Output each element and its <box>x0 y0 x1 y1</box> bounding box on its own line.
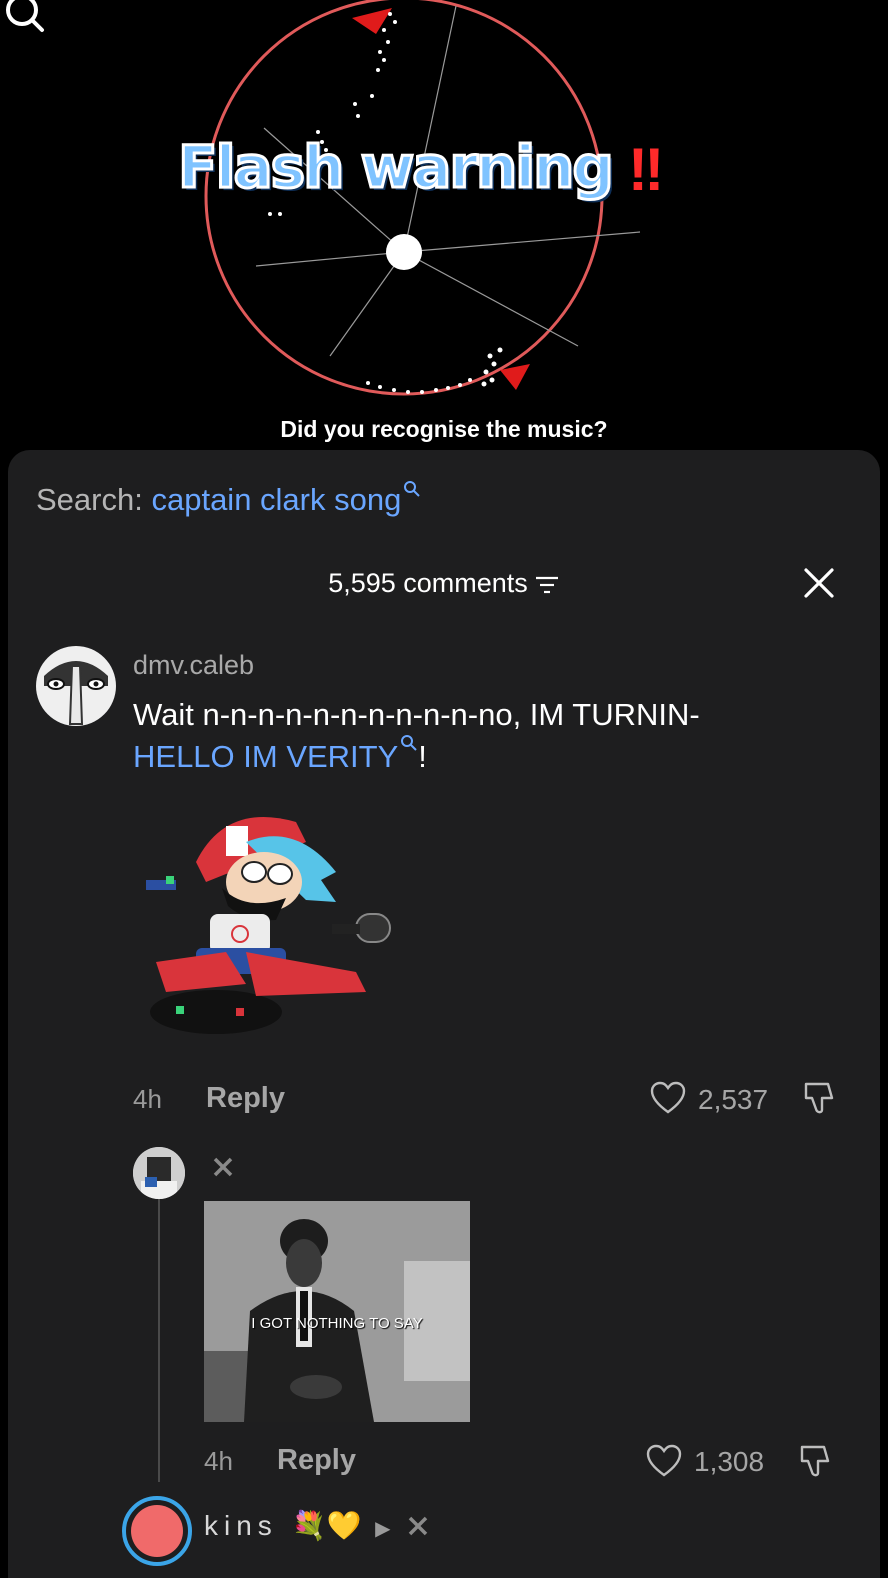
comment-text-plain: Wait n-n-n-n-n-n-n-n-n-n-no, IM TURNIN- <box>133 697 700 732</box>
comments-sheet: Search: captain clark song 5,595 comment… <box>8 450 880 1578</box>
heart-icon[interactable] <box>650 1081 686 1115</box>
like-count: 2,537 <box>698 1084 769 1115</box>
sticker-image[interactable] <box>136 802 406 1062</box>
search-icon <box>401 735 418 751</box>
reply-button[interactable]: Reply <box>277 1444 356 1477</box>
close-icon <box>213 1157 233 1177</box>
comment-username[interactable]: kins 💐💛 ▶ <box>204 1509 390 1542</box>
flash-warning-title: Flash warning <box>177 133 616 201</box>
reply-button[interactable]: Reply <box>206 1082 285 1115</box>
warning-mark: ‼ <box>628 136 665 203</box>
comment-text: Wait n-n-n-n-n-n-n-n-n-n-no, IM TURNIN- … <box>133 694 833 778</box>
comment-text-after: ! <box>418 739 427 774</box>
search-label: Search: <box>36 482 143 517</box>
reply-avatar[interactable] <box>133 1147 185 1199</box>
thread-line <box>158 1170 160 1482</box>
avatar-image <box>133 1147 185 1199</box>
close-icon <box>408 1516 428 1536</box>
comment-username[interactable]: dmv.caleb <box>133 650 254 681</box>
dislike-icon[interactable] <box>798 1443 834 1479</box>
comment-time: 4h <box>133 1084 162 1114</box>
comment-search-link[interactable]: HELLO IM VERITY <box>133 739 398 774</box>
username-text: kins <box>204 1510 278 1541</box>
media-caption: I GOT NOTHING TO SAY <box>251 1315 423 1332</box>
avatar[interactable] <box>36 646 116 726</box>
like-count: 1,308 <box>694 1446 765 1477</box>
video-player[interactable]: Flash warning ‼ Did you recognise the mu… <box>0 0 888 460</box>
reply-time: 4h <box>204 1446 233 1476</box>
filter-icon[interactable] <box>534 574 560 596</box>
play-arrow-icon: ▶ <box>375 1518 391 1540</box>
dislike-icon[interactable] <box>802 1080 838 1116</box>
close-icon[interactable] <box>802 566 836 600</box>
search-query-link[interactable]: captain clark song <box>151 482 401 517</box>
search-suggestion[interactable]: Search: captain clark song <box>36 481 421 518</box>
search-icon <box>404 481 421 497</box>
video-caption: Did you recognise the music? <box>280 416 608 442</box>
heart-icon[interactable] <box>646 1444 682 1478</box>
avatar-image <box>131 1505 183 1557</box>
media-image <box>204 1201 470 1422</box>
flower-heart-emoji-icon: 💐💛 <box>291 1510 362 1541</box>
simulation-graphic <box>204 0 641 396</box>
reply-avatar[interactable] <box>122 1496 192 1566</box>
search-icon[interactable] <box>0 0 48 48</box>
reply-media[interactable]: I GOT NOTHING TO SAY <box>204 1201 470 1422</box>
avatar-image <box>44 661 108 725</box>
comments-count: 5,595 comments <box>328 568 528 598</box>
comments-header: 5,595 comments <box>8 568 880 599</box>
